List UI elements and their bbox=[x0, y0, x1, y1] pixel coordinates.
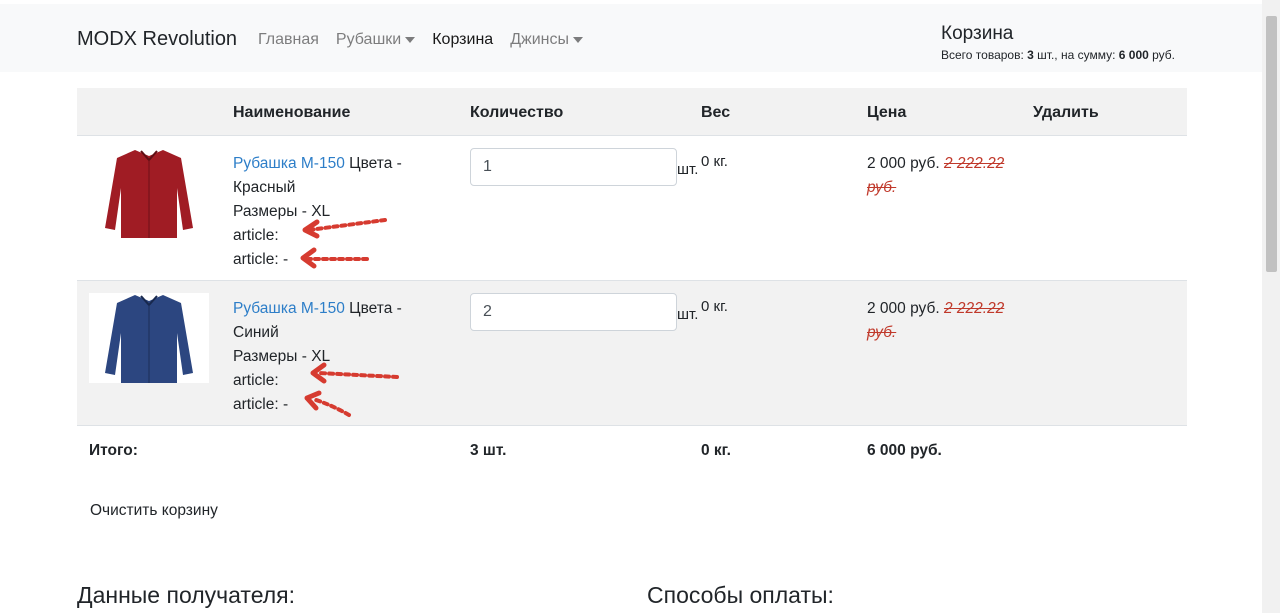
product-link[interactable]: Рубашка М-150 bbox=[233, 155, 345, 172]
product-weight: 0 кг. bbox=[701, 298, 728, 315]
product-description: Рубашка М-150 Цвета - Красный Размеры - … bbox=[233, 152, 443, 272]
total-quantity: 3 шт. bbox=[470, 442, 507, 459]
product-price: 2 000 руб. 2 222.22 руб. bbox=[867, 297, 1017, 345]
product-description: Рубашка М-150 Цвета - Синий Размеры - XL… bbox=[233, 297, 443, 417]
table-row: Рубашка М-150 Цвета - Синий Размеры - XL… bbox=[77, 281, 1187, 426]
payment-section-title: Способы оплаты: bbox=[647, 582, 834, 608]
product-size: Размеры - XL bbox=[233, 348, 331, 365]
mini-cart-sum: 6 000 bbox=[1118, 48, 1149, 62]
mini-cart[interactable]: Корзина Всего товаров: 3 шт., на сумму: … bbox=[941, 23, 1175, 62]
page-scrollbar[interactable] bbox=[1262, 0, 1280, 613]
chevron-down-icon bbox=[405, 37, 416, 43]
quantity-input[interactable] bbox=[470, 148, 677, 186]
total-price: 6 000 руб. bbox=[867, 442, 942, 459]
recipient-section-title: Данные получателя: bbox=[77, 582, 295, 608]
nav-link-home[interactable]: Главная bbox=[258, 31, 319, 49]
product-weight: 0 кг. bbox=[701, 153, 728, 170]
column-header-price: Цена bbox=[867, 104, 907, 121]
navbar: MODX Revolution Главная Рубашки Корзина … bbox=[0, 4, 1262, 72]
product-image[interactable] bbox=[89, 148, 209, 238]
current-price: 2 000 руб. bbox=[867, 300, 940, 317]
product-price: 2 000 руб. 2 222.22 руб. bbox=[867, 152, 1017, 200]
product-article: article: - bbox=[233, 396, 289, 413]
clear-cart-button[interactable]: Очистить корзину bbox=[90, 502, 218, 520]
brand-logo[interactable]: MODX Revolution bbox=[77, 28, 237, 51]
nav-link-cart[interactable]: Корзина bbox=[432, 31, 493, 49]
quantity-unit: шт. bbox=[677, 306, 699, 323]
table-row: Рубашка М-150 Цвета - Красный Размеры - … bbox=[77, 136, 1187, 281]
shirt-icon bbox=[105, 150, 193, 238]
scrollbar-thumb[interactable] bbox=[1266, 16, 1277, 272]
quantity-input[interactable] bbox=[470, 293, 677, 331]
total-label: Итого: bbox=[89, 442, 138, 459]
column-header-name: Наименование bbox=[233, 104, 351, 121]
column-header-delete: Удалить bbox=[1033, 104, 1099, 121]
product-size: Размеры - XL bbox=[233, 203, 331, 220]
mini-cart-title: Корзина bbox=[941, 23, 1014, 44]
product-link[interactable]: Рубашка М-150 bbox=[233, 300, 345, 317]
column-header-weight: Вес bbox=[701, 104, 731, 121]
product-image[interactable] bbox=[89, 293, 209, 383]
nav-menu: Главная Рубашки Корзина Джинсы bbox=[258, 31, 600, 49]
quantity-unit: шт. bbox=[677, 161, 699, 178]
cart-table: Наименование Количество Вес Цена Удалить… bbox=[77, 88, 1187, 476]
column-header-quantity: Количество bbox=[470, 104, 564, 121]
nav-link-shirts[interactable]: Рубашки bbox=[336, 31, 416, 49]
total-row: Итого: 3 шт. 0 кг. 6 000 руб. bbox=[77, 426, 1187, 476]
product-article: article: - bbox=[233, 251, 289, 268]
mini-cart-info: Всего товаров: 3 шт., на сумму: 6 000 ру… bbox=[941, 48, 1176, 62]
mini-cart-count: 3 bbox=[1027, 48, 1034, 62]
shirt-icon bbox=[105, 295, 193, 383]
current-price: 2 000 руб. bbox=[867, 155, 940, 172]
product-article: article: bbox=[233, 372, 279, 389]
chevron-down-icon bbox=[573, 37, 583, 43]
total-weight: 0 кг. bbox=[701, 442, 731, 459]
nav-link-jeans[interactable]: Джинсы bbox=[510, 31, 583, 49]
product-article: article: bbox=[233, 227, 279, 244]
table-header: Наименование Количество Вес Цена Удалить bbox=[77, 88, 1187, 136]
